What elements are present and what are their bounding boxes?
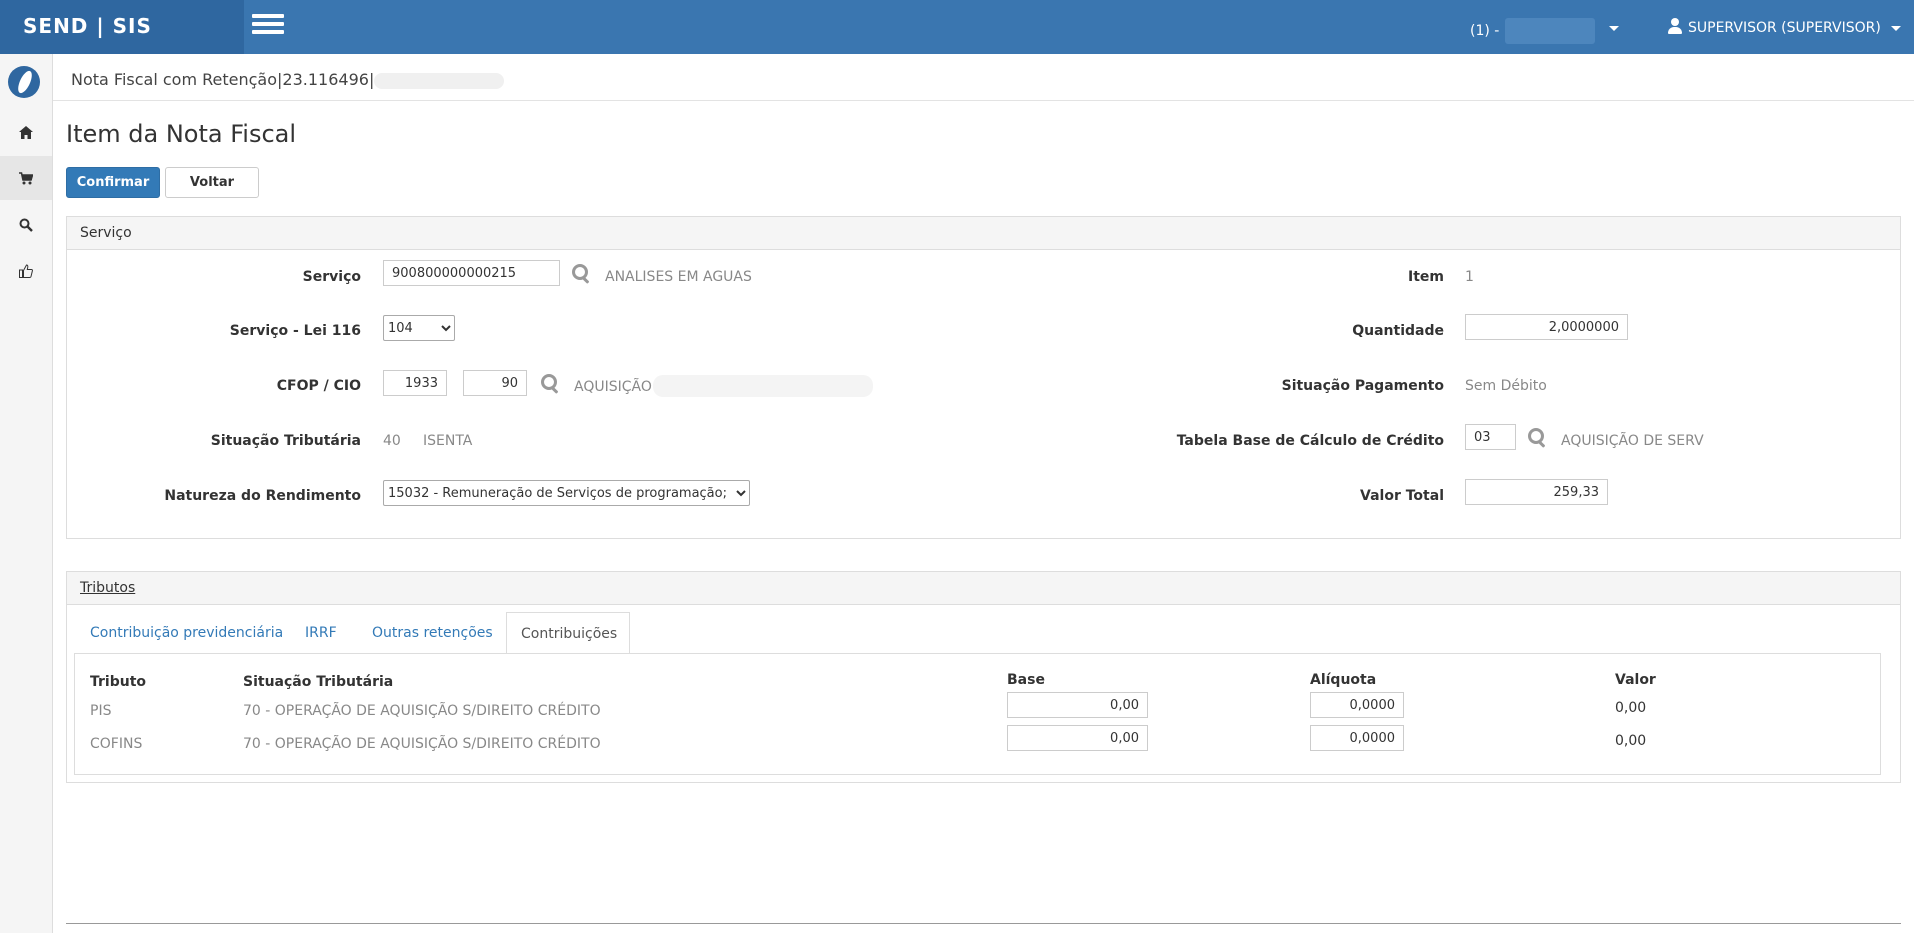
back-button[interactable]: Voltar (165, 167, 259, 198)
row-pis-situacao: 70 - OPERAÇÃO DE AQUISIÇÃO S/DIREITO CRÉ… (243, 703, 601, 719)
row-pis-base-input[interactable] (1007, 692, 1148, 718)
sit-trib-label: Situação Tributária (210, 433, 361, 449)
servico-label: Serviço (302, 269, 361, 285)
row-cofins-aliquota-input[interactable] (1310, 725, 1404, 751)
top-navbar: SEND | SIS (1) - SUPERVISOR (SUPERVISOR) (0, 0, 1914, 54)
quantidade-input[interactable] (1465, 314, 1628, 340)
item-value: 1 (1465, 269, 1474, 285)
tab-outras-retencoes[interactable]: Outras retenções (358, 612, 507, 654)
tributos-panel: Tributos Contribuição previdenciária IRR… (66, 571, 1901, 783)
valor-total-input[interactable] (1465, 479, 1608, 505)
tab-contribuicoes[interactable]: Contribuições (506, 612, 630, 654)
servico-panel: Serviço Serviço ANALISES EM AGUAS Serviç… (66, 216, 1901, 539)
breadcrumb-redacted (374, 72, 505, 89)
col-base: Base (1007, 672, 1045, 688)
valor-total-label: Valor Total (1360, 488, 1444, 504)
row-cofins-valor: 0,00 (1615, 733, 1647, 749)
tab-contribuicao-previdenciaria[interactable]: Contribuição previdenciária (76, 612, 297, 654)
row-pis-valor: 0,00 (1615, 700, 1647, 716)
menu-toggle-icon[interactable] (252, 14, 284, 38)
sit-trib-description: ISENTA (423, 433, 473, 449)
user-caret-down-icon (1891, 25, 1902, 31)
breadcrumb: Nota Fiscal com Retenção|23.116496| (71, 70, 505, 89)
tabela-input[interactable] (1465, 424, 1516, 450)
lei116-label: Serviço - Lei 116 (229, 323, 361, 339)
org-label: (1) - (1470, 23, 1500, 39)
org-caret-down-icon[interactable] (1609, 26, 1619, 31)
search-icon (19, 218, 33, 232)
contribuicoes-table: Tributo Situação Tributária Base Alíquot… (74, 653, 1881, 775)
tab-irrf[interactable]: IRRF (291, 612, 351, 654)
tabela-search-icon[interactable] (1528, 428, 1546, 446)
row-cofins-tributo: COFINS (90, 736, 143, 752)
col-situacao: Situação Tributária (243, 674, 394, 690)
sit-trib-code: 40 (383, 433, 401, 449)
sidebar-item-home[interactable] (0, 110, 52, 154)
home-icon (19, 126, 33, 139)
user-label: SUPERVISOR (SUPERVISOR) (1688, 20, 1881, 36)
org-selector[interactable]: (1) - (1470, 18, 1596, 44)
col-tributo: Tributo (90, 674, 147, 690)
sidebar-item-like[interactable] (0, 248, 52, 292)
natureza-label: Natureza do Rendimento (164, 488, 361, 504)
thumbs-up-icon (19, 263, 33, 278)
sidebar (0, 54, 53, 933)
page-title: Item da Nota Fiscal (66, 120, 297, 148)
cfop-description: AQUISIÇÃO (574, 379, 652, 395)
tributos-panel-heading[interactable]: Tributos (67, 572, 1900, 605)
user-icon (1668, 18, 1682, 34)
servico-input[interactable] (383, 260, 560, 286)
app-logo[interactable] (8, 66, 40, 98)
cfop-search-icon[interactable] (541, 374, 559, 392)
quantidade-label: Quantidade (1352, 323, 1444, 339)
confirm-button[interactable]: Confirmar (66, 167, 160, 198)
servico-search-icon[interactable] (572, 264, 590, 282)
col-valor: Valor (1615, 672, 1656, 688)
servico-description: ANALISES EM AGUAS (605, 269, 752, 285)
footer-divider (66, 923, 1901, 924)
sidebar-item-cart[interactable] (0, 156, 52, 200)
lei116-select[interactable]: 104 (383, 315, 455, 341)
sidebar-item-search[interactable] (0, 202, 52, 246)
breadcrumb-text: Nota Fiscal com Retenção|23.116496| (71, 70, 375, 89)
org-name-redacted (1505, 18, 1596, 44)
breadcrumb-bar: Nota Fiscal com Retenção|23.116496| (53, 54, 1914, 101)
natureza-select[interactable]: 15032 - Remuneração de Serviços de progr… (383, 480, 750, 506)
tabela-label: Tabela Base de Cálculo de Crédito (1176, 433, 1444, 449)
tributos-heading-text: Tributos (80, 580, 136, 596)
servico-panel-heading: Serviço (67, 217, 1900, 250)
cfop-input[interactable] (383, 370, 447, 396)
cart-icon (19, 172, 34, 185)
cio-input[interactable] (463, 370, 527, 396)
cfop-description-redacted (653, 375, 873, 397)
sit-pag-value: Sem Débito (1465, 378, 1547, 394)
row-pis-aliquota-input[interactable] (1310, 692, 1404, 718)
col-aliquota: Alíquota (1310, 672, 1377, 688)
item-label: Item (1408, 269, 1444, 285)
sit-pag-label: Situação Pagamento (1281, 378, 1444, 394)
tabela-description: AQUISIÇÃO DE SERV (1561, 433, 1704, 449)
tributos-tabs: Contribuição previdenciária IRRF Outras … (67, 612, 1900, 654)
row-pis-tributo: PIS (90, 703, 112, 719)
row-cofins-situacao: 70 - OPERAÇÃO DE AQUISIÇÃO S/DIREITO CRÉ… (243, 736, 601, 752)
cfop-label: CFOP / CIO (276, 378, 361, 394)
brand-logo-text[interactable]: SEND | SIS (0, 0, 244, 54)
user-menu[interactable]: SUPERVISOR (SUPERVISOR) (1668, 18, 1902, 36)
row-cofins-base-input[interactable] (1007, 725, 1148, 751)
